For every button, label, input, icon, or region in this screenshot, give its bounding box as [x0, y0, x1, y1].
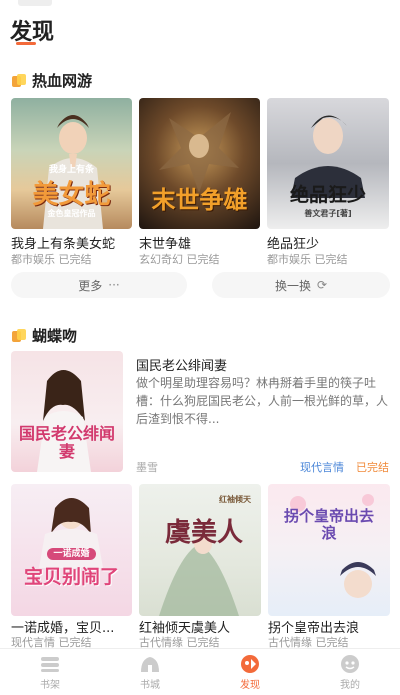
section-header-1: 热血网游	[12, 70, 92, 91]
book-cover-6[interactable]: 拐个皇帝出去浪	[268, 484, 390, 616]
more-button[interactable]: 更多 ···	[11, 272, 187, 298]
discover-page: 发现 热血网游 我身上有条 美女蛇 金色皇冠作品 我身上有条美女蛇 都市娱乐 已…	[0, 0, 400, 695]
tab-label: 我的	[340, 679, 360, 691]
title-underline	[16, 42, 36, 45]
tab-label: 发现	[240, 679, 260, 691]
book-title-2[interactable]: 末世争雄	[139, 233, 263, 252]
book-meta-3: 都市娱乐 已完结	[267, 253, 348, 266]
featured-book-title[interactable]: 国民老公绯闻妻	[136, 355, 227, 374]
more-label: 更多	[78, 278, 103, 293]
cover-author: 善文君子[著]	[304, 209, 352, 218]
tab-mine[interactable]: 我的	[300, 649, 400, 695]
bookstore-icon	[138, 654, 162, 674]
cover-title: 美女蛇	[32, 180, 111, 210]
bookshelf-icon	[38, 654, 62, 674]
refresh-button[interactable]: 换一换 ⟳	[212, 272, 390, 298]
cover-title: 拐个皇帝出去浪	[283, 507, 374, 542]
tab-label: 书架	[40, 679, 60, 691]
book-cover-1[interactable]: 我身上有条 美女蛇 金色皇冠作品	[11, 98, 132, 229]
book-stack-icon	[12, 73, 26, 88]
book-title-1[interactable]: 我身上有条美女蛇	[11, 233, 137, 252]
bottom-tab-bar: 书架 书城 发现 我的	[0, 648, 400, 695]
book-cover-3[interactable]: 绝品狂少 善文君子[著]	[267, 98, 389, 229]
section-title: 蝴蝶吻	[32, 327, 78, 345]
tab-bookstore[interactable]: 书城	[100, 649, 200, 695]
refresh-label: 换一换	[274, 278, 311, 293]
book-meta-1: 都市娱乐 已完结	[11, 253, 92, 266]
status-bar-stub	[18, 0, 52, 6]
genre-tag: 现代言情	[300, 461, 344, 474]
book-stack-icon	[12, 328, 26, 343]
featured-book-desc: 做个明星助理容易吗？林冉掰着手里的筷子吐槽：什么狗屁国民老公，人前一根光鲜的草，…	[136, 376, 389, 426]
cover-subtitle: 一诺成婚	[11, 546, 132, 560]
section-header-2: 蝴蝶吻	[12, 325, 77, 346]
tab-bookshelf[interactable]: 书架	[0, 649, 100, 695]
featured-book-cover[interactable]: 国民老公绯闻妻	[11, 351, 123, 472]
more-dots-icon: ···	[108, 278, 120, 292]
book-cover-4[interactable]: 一诺成婚 宝贝别闹了	[11, 484, 132, 616]
discover-icon	[238, 654, 262, 674]
cover-title: 宝贝别闹了	[23, 566, 119, 588]
cover-author: 金色皇冠作品	[47, 209, 96, 218]
cover-title: 绝品狂少	[289, 184, 366, 206]
featured-book-author: 墨雪	[136, 461, 158, 474]
status-tag: 已完结	[356, 461, 389, 474]
cover-subtitle: 红袖倾天	[219, 495, 251, 504]
refresh-icon: ⟳	[316, 278, 328, 292]
tab-label: 书城	[140, 679, 160, 691]
cover-figure	[290, 494, 376, 598]
section-title: 热血网游	[32, 72, 93, 90]
tab-discover[interactable]: 发现	[200, 649, 300, 695]
book-cover-2[interactable]: 末世争雄	[139, 98, 260, 229]
cover-title: 国民老公绯闻妻	[19, 424, 116, 461]
profile-icon	[338, 654, 362, 674]
book-meta-2: 玄幻奇幻 已完结	[139, 253, 220, 266]
cover-title: 末世争雄	[151, 186, 248, 214]
cover-title: 虞美人	[164, 518, 243, 548]
book-cover-5[interactable]: 虞美人 红袖倾天	[139, 484, 261, 616]
book-title-3[interactable]: 绝品狂少	[267, 233, 391, 252]
